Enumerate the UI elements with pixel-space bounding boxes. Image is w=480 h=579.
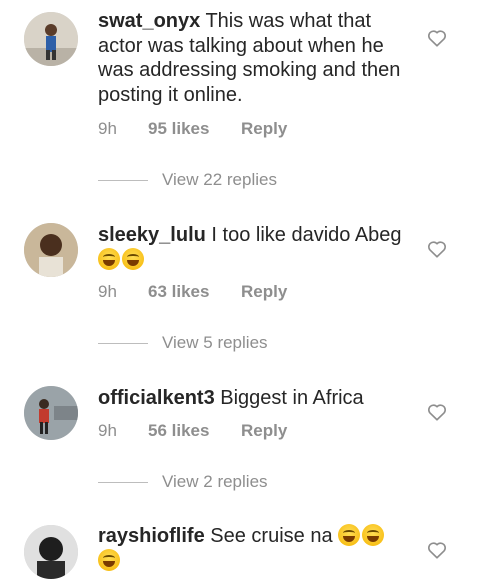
comment-username[interactable]: officialkent3 <box>98 387 215 409</box>
comment-username[interactable]: sleeky_lulu <box>98 224 206 246</box>
comment-likes[interactable]: 56 likes <box>148 421 209 441</box>
divider <box>98 343 148 345</box>
view-replies-button[interactable]: View 5 replies <box>98 333 268 353</box>
comment-body: sleeky_lulu I too like davido Abeg <box>98 223 412 272</box>
comment-time: 9h <box>98 421 117 440</box>
comment-text: See cruise na <box>210 525 333 547</box>
divider <box>98 482 148 484</box>
comment-likes[interactable]: 63 likes <box>148 282 209 302</box>
comment-body: swat_onyx This was what that actor was t… <box>98 9 412 107</box>
comment-body: officialkent3 Biggest in Africa <box>98 386 412 411</box>
heart-icon[interactable] <box>427 240 447 258</box>
view-replies-button[interactable]: View 2 replies <box>98 472 268 492</box>
reply-button[interactable]: Reply <box>241 119 287 139</box>
reply-button[interactable]: Reply <box>241 282 287 302</box>
heart-icon[interactable] <box>427 541 447 559</box>
heart-icon[interactable] <box>427 29 447 47</box>
avatar[interactable] <box>24 386 78 440</box>
avatar[interactable] <box>24 223 78 277</box>
reply-button[interactable]: Reply <box>241 421 287 441</box>
view-replies-label: View 2 replies <box>162 472 268 491</box>
comment-likes[interactable]: 95 likes <box>148 119 209 139</box>
comment-time: 9h <box>98 119 117 138</box>
comment-username[interactable]: rayshioflife <box>98 525 205 547</box>
view-replies-button[interactable]: View 22 replies <box>98 170 277 190</box>
comment-text: Biggest in Africa <box>220 387 364 409</box>
laughing-tears-emoji <box>98 247 120 270</box>
comment-username[interactable]: swat_onyx <box>98 10 200 32</box>
avatar[interactable] <box>24 12 78 66</box>
comment-body: rayshioflife See cruise na <box>98 524 412 573</box>
laughing-tears-emoji <box>362 524 385 546</box>
comment-text: I too like davido Abeg <box>211 224 402 246</box>
laughing-tears-emoji <box>98 548 120 571</box>
comment-time: 9h <box>98 282 117 301</box>
view-replies-label: View 22 replies <box>162 170 277 189</box>
laughing-tears-emoji <box>338 524 361 546</box>
view-replies-label: View 5 replies <box>162 333 268 352</box>
laughing-tears-emoji <box>122 247 144 270</box>
avatar[interactable] <box>24 525 78 579</box>
divider <box>98 180 148 182</box>
heart-icon[interactable] <box>427 403 447 421</box>
